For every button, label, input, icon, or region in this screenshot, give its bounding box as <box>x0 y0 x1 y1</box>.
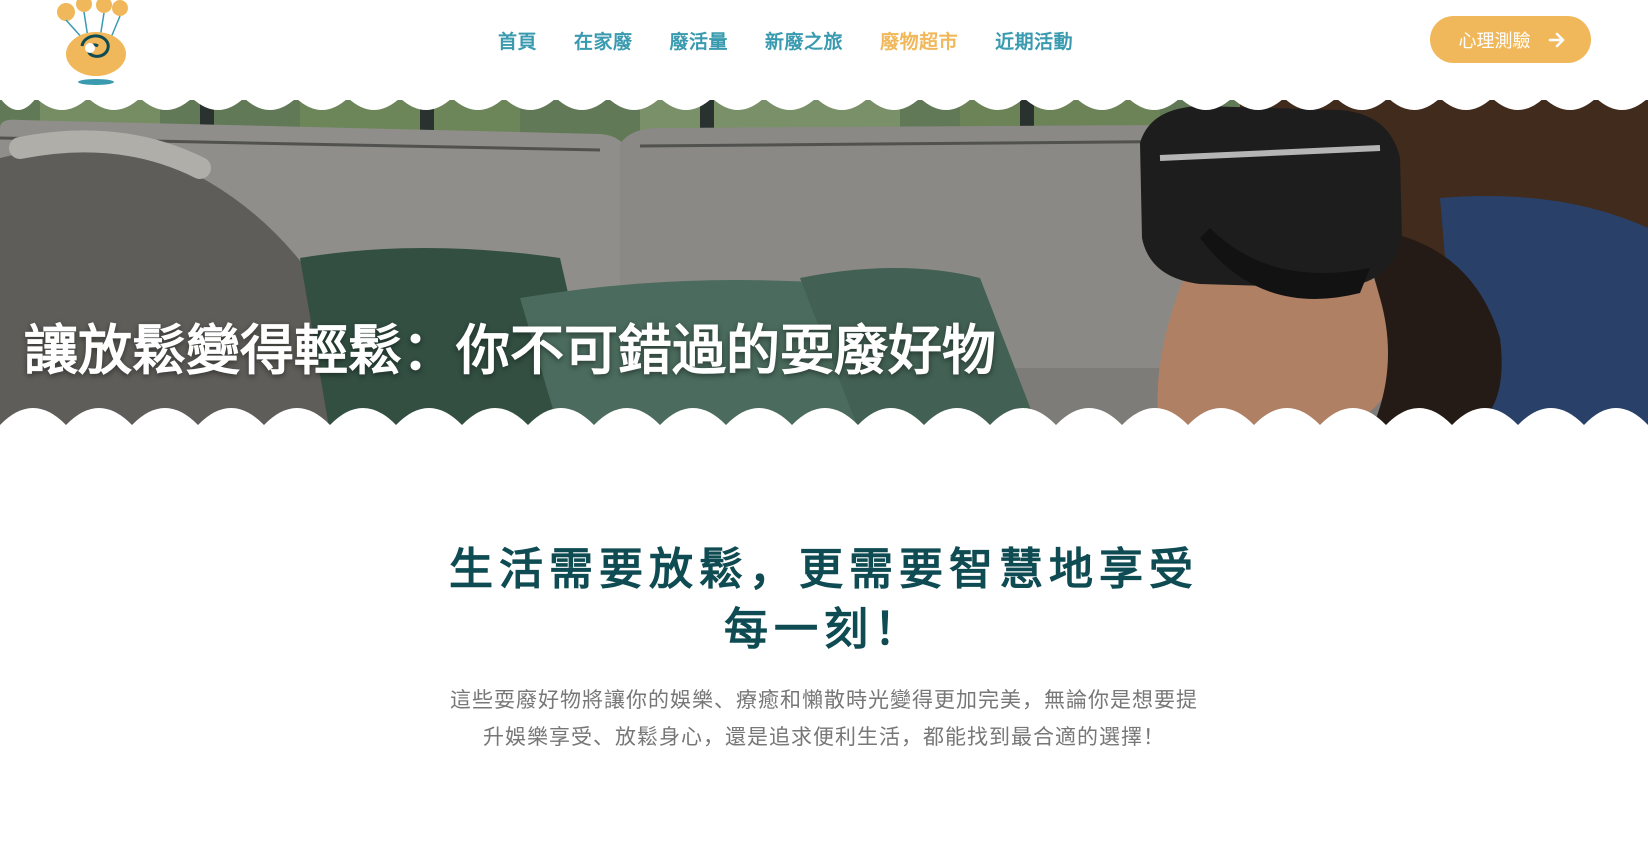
cloud-divider-bottom <box>0 408 1648 435</box>
arrow-right-icon <box>1548 32 1564 47</box>
site-header: 首頁 在家廢 廢活量 新廢之旅 廢物超市 近期活動 心理測驗 <box>0 0 1648 100</box>
balloon-mascot-logo-icon <box>57 0 128 85</box>
nav-item-supermarket[interactable]: 廢物超市 <box>880 27 958 53</box>
nav-item-events[interactable]: 近期活動 <box>995 27 1073 53</box>
site-logo[interactable] <box>54 0 140 92</box>
intro-section: 生活需要放鬆，更需要智慧地享受每一刻！ 這些耍廢好物將讓你的娛樂、療癒和懶散時光… <box>0 540 1648 756</box>
psych-test-button-label: 心理測驗 <box>1458 30 1531 52</box>
page: 首頁 在家廢 廢活量 新廢之旅 廢物超市 近期活動 心理測驗 讓放鬆變得輕鬆：你… <box>0 0 1648 861</box>
nav-item-home[interactable]: 首頁 <box>498 27 537 53</box>
psych-test-button[interactable]: 心理測驗 <box>1430 16 1591 63</box>
intro-description: 這些耍廢好物將讓你的娛樂、療癒和懶散時光變得更加完美，無論你是想要提升娛樂享受、… <box>450 688 1198 749</box>
nav-item-journey[interactable]: 新廢之旅 <box>765 27 843 53</box>
nav-item-stay-home[interactable]: 在家廢 <box>574 27 633 53</box>
hero-banner: 讓放鬆變得輕鬆：你不可錯過的耍廢好物 <box>0 88 1648 433</box>
hero-title: 讓放鬆變得輕鬆：你不可錯過的耍廢好物 <box>24 319 996 382</box>
nav-item-activity[interactable]: 廢活量 <box>670 27 729 53</box>
intro-heading: 生活需要放鬆，更需要智慧地享受每一刻！ <box>449 544 1199 655</box>
main-nav: 首頁 在家廢 廢活量 新廢之旅 廢物超市 近期活動 <box>498 27 1110 53</box>
